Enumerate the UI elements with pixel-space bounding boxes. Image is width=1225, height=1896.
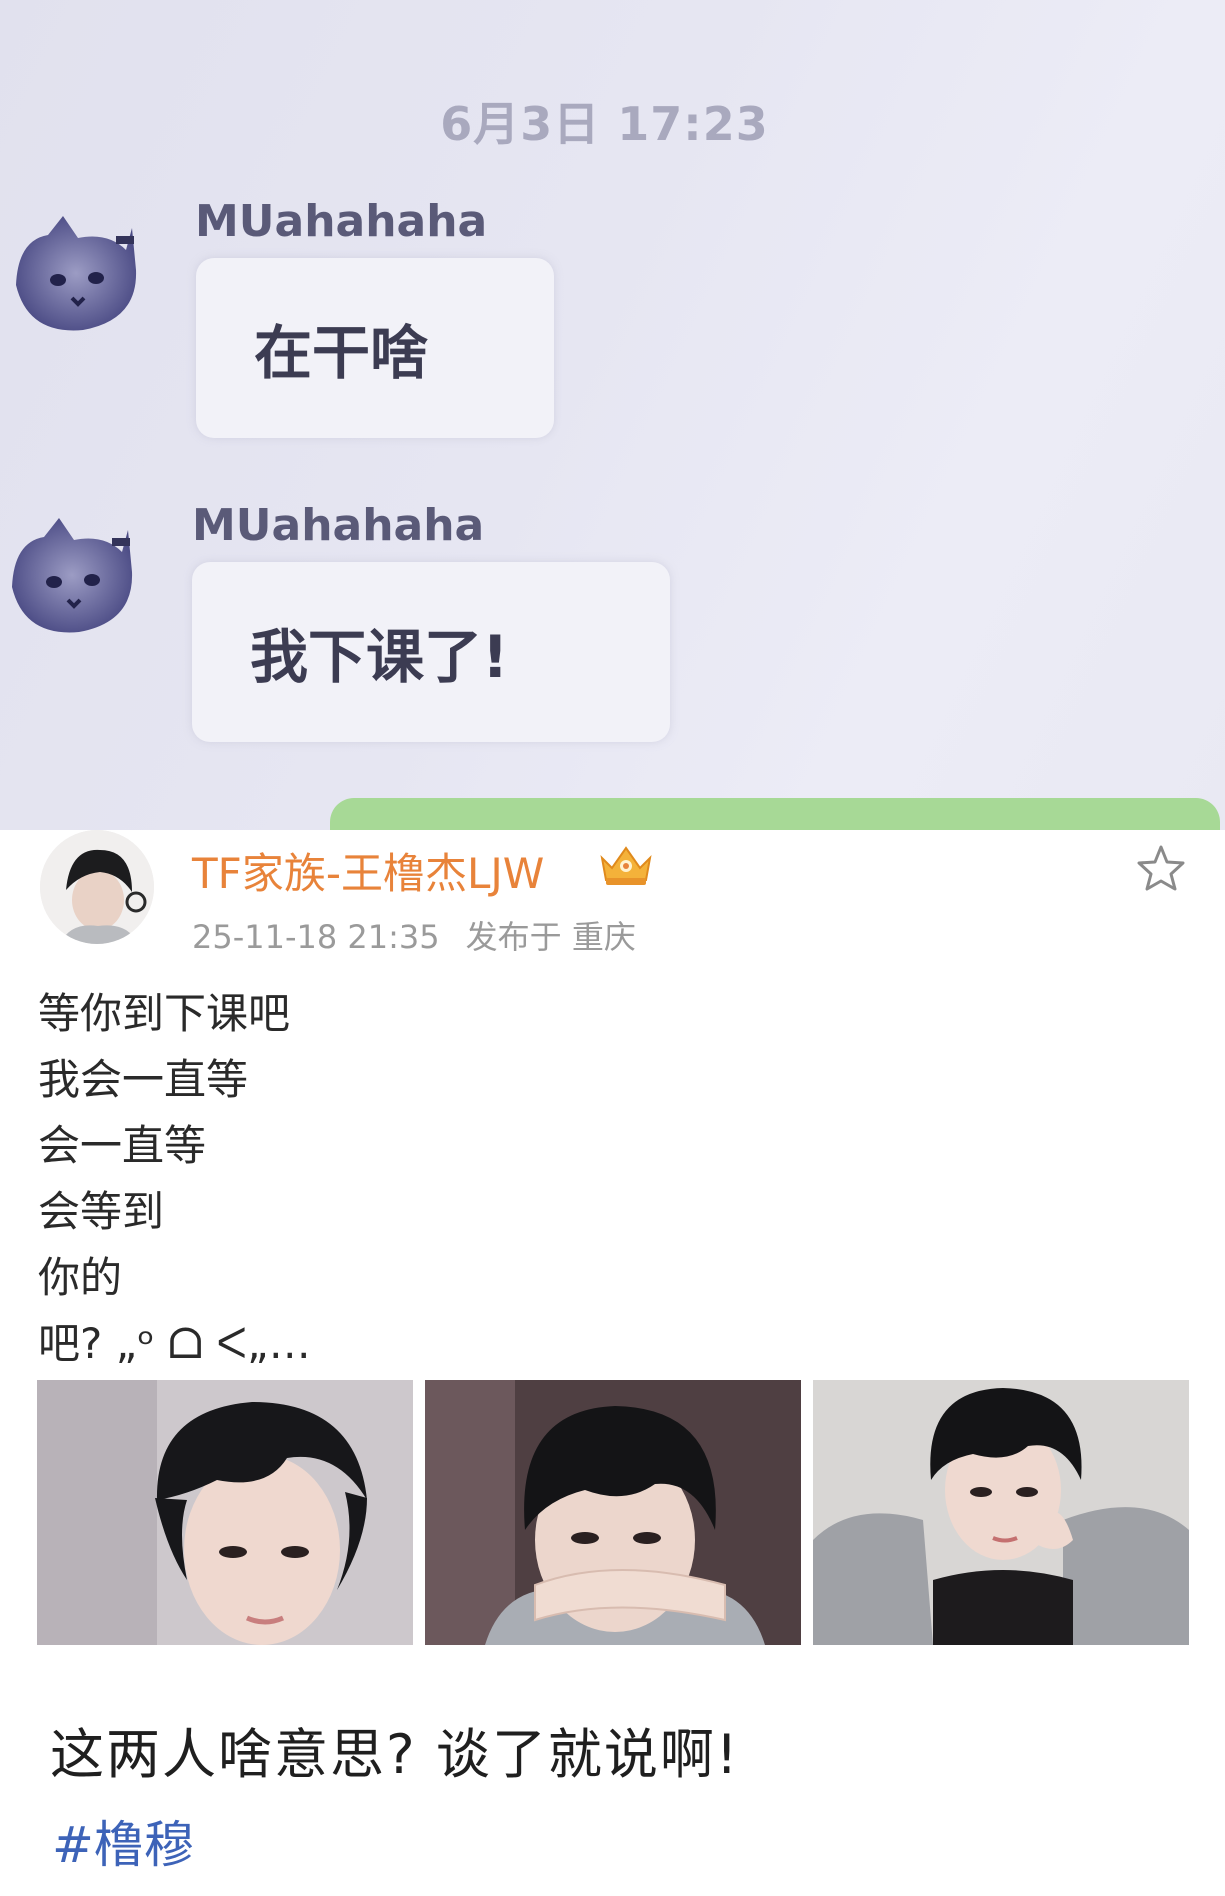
message-bubble[interactable]: 在干啥 (196, 258, 554, 438)
crown-icon (600, 846, 652, 885)
outgoing-message-bubble[interactable] (330, 798, 1220, 830)
post-photo[interactable] (813, 1380, 1189, 1645)
sender-name: MUahahaha (192, 500, 485, 551)
avatar-photo-icon (40, 830, 154, 944)
chat-screenshot: 6月3日 17:23 MUahahaha 在干啥 MUahahaha 我下课了! (0, 0, 1225, 830)
post-text-line: 会一直等 (38, 1121, 207, 1170)
message-text: 我下课了! (250, 623, 509, 691)
post-text-line: 我会一直等 (38, 1055, 249, 1104)
post-location: 发布于 重庆 (465, 918, 636, 956)
portrait-photo-icon (813, 1380, 1189, 1645)
author-avatar[interactable] (40, 830, 154, 944)
portrait-photo-icon (425, 1380, 801, 1645)
post-text-line: 会等到 (38, 1187, 165, 1236)
author-name[interactable]: TF家族-王橹杰LJW (192, 840, 544, 901)
portrait-photo-icon (37, 1380, 413, 1645)
chat-timestamp: 6月3日 17:23 (440, 97, 769, 151)
post-photo[interactable] (425, 1380, 801, 1645)
star-icon[interactable] (1136, 844, 1186, 892)
message-bubble[interactable]: 我下课了! (192, 562, 670, 742)
caption-text: 这两人啥意思? 谈了就说啊! (50, 1723, 740, 1786)
cat-avatar-icon[interactable] (8, 210, 138, 340)
message-text: 在干啥 (254, 319, 429, 387)
hashtag-link[interactable]: #橹穆 (52, 1805, 194, 1877)
sender-name: MUahahaha (195, 196, 488, 247)
post-photo[interactable] (37, 1380, 413, 1645)
post-text-line: 等你到下课吧 (38, 989, 291, 1038)
cat-avatar-icon[interactable] (4, 512, 134, 642)
post-date: 25-11-18 21:35 (192, 918, 440, 956)
post-meta: 25-11-18 21:35 发布于 重庆 (192, 912, 636, 958)
post-text-line: 吧? „ᵒ ᗝ ᐸ„… (38, 1319, 311, 1368)
post-text-line: 你的 (38, 1253, 123, 1302)
